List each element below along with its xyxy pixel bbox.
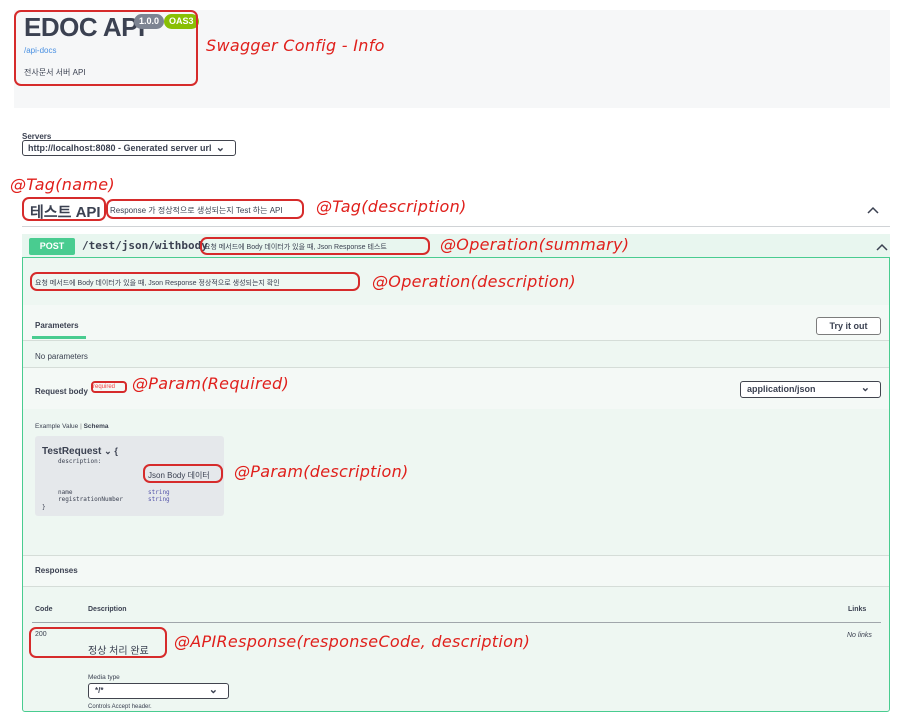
schema-field-name: registrationNumber	[58, 496, 124, 503]
model-title[interactable]: TestRequest ⌄ {	[42, 446, 118, 457]
try-it-out-button[interactable]: Try it out	[816, 317, 881, 335]
response-description: 정상 처리 완료	[88, 646, 149, 657]
controls-accept-header: Controls Accept header.	[88, 704, 152, 710]
servers-selected-value: http://localhost:8080 - Generated server…	[28, 143, 212, 153]
media-type-select[interactable]: */* ⌄	[88, 683, 229, 699]
chevron-up-icon[interactable]	[867, 205, 879, 217]
chevron-down-icon: ⌄	[104, 446, 112, 456]
content-type-select[interactable]: application/json ⌄	[740, 381, 881, 398]
tag-divider	[22, 226, 890, 227]
response-code: 200	[35, 631, 47, 638]
responses-title: Responses	[35, 566, 78, 575]
request-body-label: Request body	[35, 387, 88, 396]
tab-parameters[interactable]: Parameters	[35, 321, 79, 330]
tab-underline	[32, 336, 86, 339]
column-description: Description	[88, 606, 127, 613]
model-open-brace: {	[114, 446, 118, 456]
annotation-op-summary: @Operation(summary)	[440, 235, 630, 254]
response-links: No links	[847, 632, 872, 639]
schema-description-key: description:	[58, 458, 102, 465]
no-parameters-text: No parameters	[35, 352, 88, 361]
content-type-value: application/json	[747, 384, 816, 394]
method-badge: POST	[29, 238, 75, 255]
annotation-box-info	[14, 10, 198, 86]
schema-field-type: string	[148, 489, 170, 496]
annotation-tag-name: @Tag(name)	[10, 175, 115, 194]
model-name: TestRequest	[42, 446, 102, 457]
example-schema-tabs: Example Value | Schema	[35, 423, 109, 430]
required-marker: required	[93, 384, 116, 390]
media-type-label: Media type	[88, 674, 120, 681]
column-code: Code	[35, 606, 53, 613]
annotation-info: Swagger Config - Info	[206, 36, 385, 55]
tag-description: Response 가 정상적으로 생성되는지 Test 하는 API	[110, 206, 283, 215]
chevron-up-icon[interactable]	[876, 242, 888, 254]
schema-field-type: string	[148, 496, 170, 503]
operation-description: 요청 메서드에 Body 데이터가 있을 때, Json Response 정상…	[35, 280, 280, 287]
operation-summary: 요청 메서드에 Body 데이터가 있을 때, Json Response 테스…	[204, 244, 387, 251]
responses-header	[23, 555, 889, 587]
tab-example-value[interactable]: Example Value	[35, 423, 78, 430]
annotation-param-description: @Param(description)	[234, 462, 409, 481]
schema-field-name: name	[58, 489, 73, 496]
responses-table-divider	[32, 622, 881, 623]
chevron-down-icon: ⌄	[208, 684, 218, 696]
annotation-op-description: @Operation(description)	[372, 272, 576, 291]
schema-description-value: Json Body 데이터	[148, 471, 210, 480]
column-links: Links	[848, 606, 867, 613]
annotation-param-required: @Param(Required)	[132, 374, 289, 393]
operation-path[interactable]: /test/json/withbody	[82, 239, 208, 252]
parameters-header	[23, 305, 889, 341]
annotation-api-response: @APIResponse(responseCode, description)	[174, 632, 531, 651]
tag-name[interactable]: 테스트 API	[30, 201, 101, 222]
annotation-tag-description: @Tag(description)	[316, 197, 467, 216]
media-type-value: */*	[95, 686, 104, 695]
model-close-brace: }	[42, 504, 46, 511]
chevron-down-icon: ⌄	[860, 382, 870, 394]
servers-select[interactable]: http://localhost:8080 - Generated server…	[22, 140, 236, 156]
chevron-down-icon: ⌄	[215, 142, 225, 154]
tab-schema[interactable]: Schema	[84, 423, 109, 430]
